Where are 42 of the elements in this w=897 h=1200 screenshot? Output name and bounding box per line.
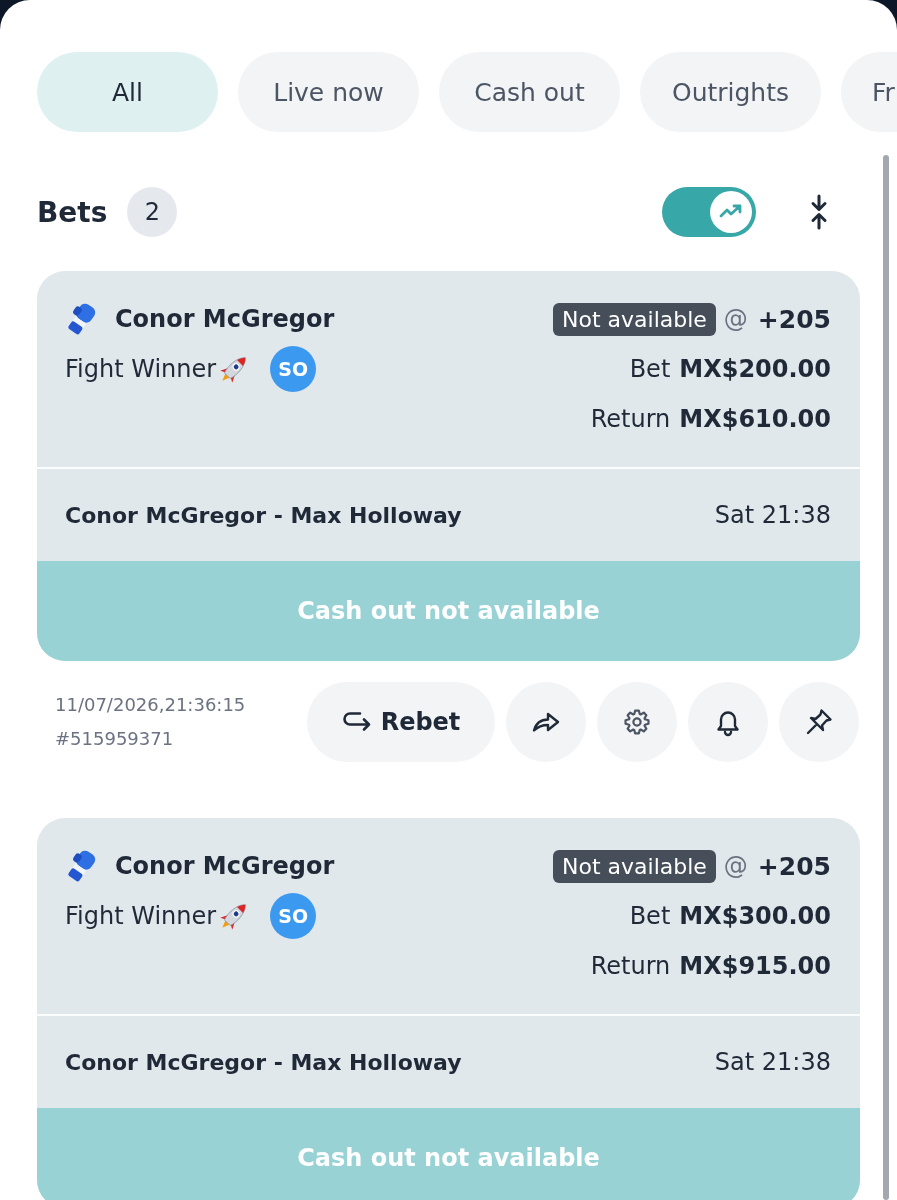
filter-tab[interactable]: All xyxy=(37,52,218,132)
pin-icon xyxy=(804,707,834,737)
scrollbar[interactable] xyxy=(883,155,889,1200)
status-badge: Not available xyxy=(553,302,716,336)
return-label: Return xyxy=(590,405,671,433)
event-time: Sat 21:38 xyxy=(714,501,831,529)
settings-icon xyxy=(622,707,652,737)
rebet-button[interactable]: Rebet xyxy=(307,682,495,762)
at-sign: @ xyxy=(723,852,748,880)
bets-title: Bets xyxy=(37,195,108,229)
return-amount: MX$915.00 xyxy=(679,952,831,980)
bet-label: Bet xyxy=(629,355,671,383)
market-name: Fight Winner xyxy=(65,355,217,383)
event-time: Sat 21:38 xyxy=(714,1048,831,1076)
selection-name: Conor McGregor xyxy=(115,852,335,880)
return-amount: MX$610.00 xyxy=(679,405,831,433)
odds-value: +205 xyxy=(757,304,831,334)
odds-value: +205 xyxy=(757,851,831,881)
glove-icon xyxy=(65,302,97,336)
trend-toggle[interactable] xyxy=(662,187,756,237)
placed-datetime: 11/07/2026,21:36:15 xyxy=(55,693,246,717)
event-name: Conor McGregor - Max Holloway xyxy=(65,502,462,528)
bet-amount: MX$300.00 xyxy=(679,902,831,930)
at-sign: @ xyxy=(723,305,748,333)
so-badge: SO xyxy=(270,346,317,392)
collapse-icon[interactable] xyxy=(808,194,830,230)
glove-icon xyxy=(65,849,97,883)
event-name: Conor McGregor - Max Holloway xyxy=(65,1049,462,1075)
bet-reference: #515959371 xyxy=(55,727,175,751)
filter-tab[interactable]: Cash out xyxy=(439,52,620,132)
bet-amount: MX$200.00 xyxy=(679,355,831,383)
so-badge: SO xyxy=(270,893,317,939)
filter-tab[interactable]: Live now xyxy=(238,52,419,132)
bets-count: 2 xyxy=(127,187,178,237)
bet-label: Bet xyxy=(629,902,671,930)
market-name: Fight Winner xyxy=(65,902,217,930)
return-arrow-icon xyxy=(341,711,372,733)
return-label: Return xyxy=(590,952,671,980)
status-badge: Not available xyxy=(553,849,716,883)
filter-tab[interactable]: Outrights xyxy=(640,52,821,132)
selection-name: Conor McGregor xyxy=(115,305,335,333)
filter-tab[interactable]: Fr xyxy=(841,52,897,132)
